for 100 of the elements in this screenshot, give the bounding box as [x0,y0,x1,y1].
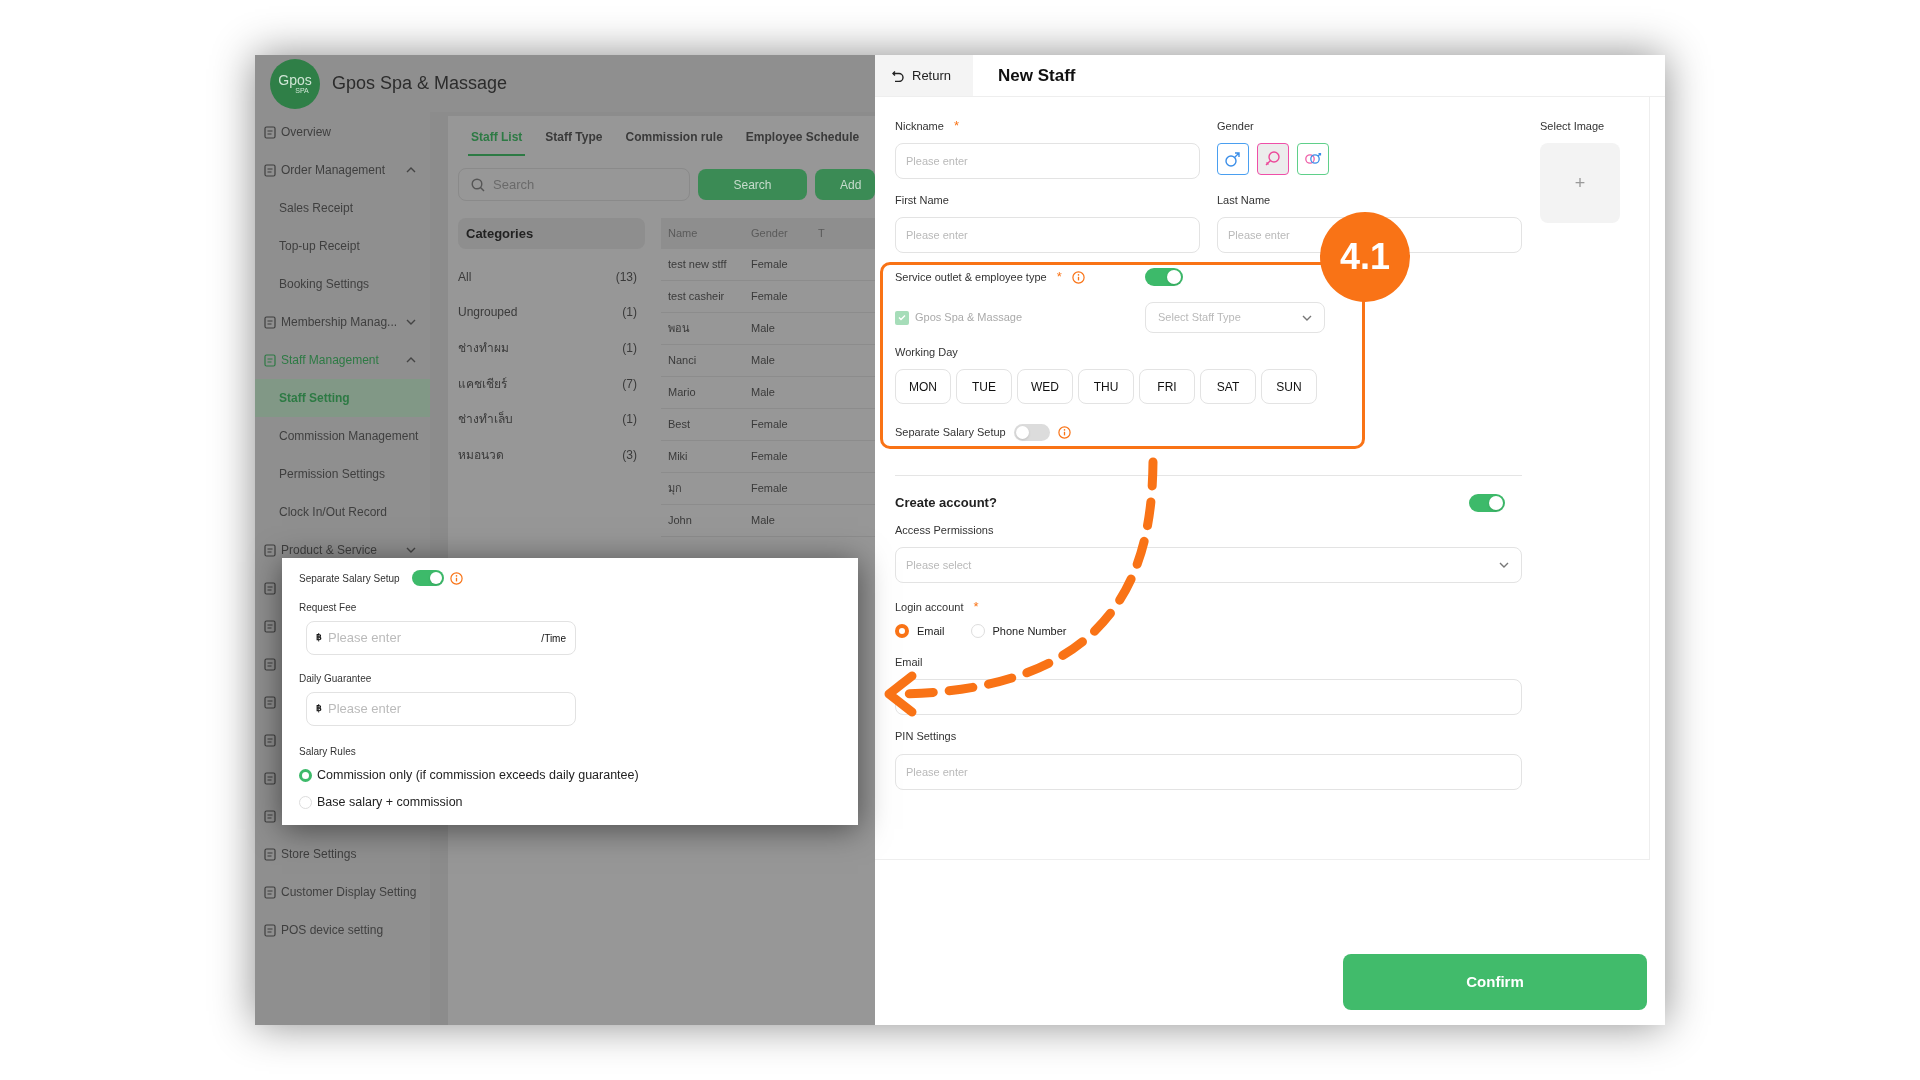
category-name[interactable]: ช่างทำเล็บ [458,410,513,429]
category-name[interactable]: แคชเชียร์ [458,374,507,393]
currency-input-field[interactable]: ฿ Please enter /Time [306,621,576,655]
table-cell-text: Mario [667,385,697,401]
section-title: Create account? [895,494,997,513]
document-icon [264,315,276,329]
checkbox-label: Gpos Spa & Massage [915,310,1022,326]
toggle-switch[interactable] [1145,268,1183,286]
radio-button[interactable] [299,768,312,782]
field-label: Email [895,654,923,670]
table-cell-text: test casheir [667,289,726,305]
category-name[interactable]: หมอนวด [458,445,504,464]
gender-option[interactable] [1297,143,1329,175]
step-badge: 4.1 [1320,212,1410,302]
table-cell-text: Female [751,257,789,273]
field-label: Gender [1217,118,1254,134]
toggle-switch[interactable] [1469,494,1505,512]
sidebar-item[interactable]: Permission Settings [255,455,430,493]
tab[interactable]: Commission rule [622,128,726,156]
search-button[interactable]: Search [698,169,807,200]
table-cell-text: Miki [667,449,689,465]
day-button[interactable]: FRI [1139,369,1195,404]
sidebar-item[interactable]: Staff Setting [255,379,430,417]
undo-icon [892,69,904,82]
table-cell-text: John [667,513,693,529]
dropdown[interactable]: Select Staff Type [1145,302,1325,333]
tab[interactable]: Staff List [468,128,526,156]
document-icon [264,543,276,557]
female-symbol-icon [1264,150,1282,168]
required-mark: * [973,598,979,617]
app-title: Gpos Spa & Massage [332,72,508,95]
radio-label[interactable]: Phone Number [992,622,1067,640]
page-title: New Staff [998,64,1076,87]
table-cell-text: Male [751,353,776,369]
sidebar-item[interactable]: POS device setting [255,911,430,949]
input-field[interactable] [895,679,1522,715]
field-label: Salary Rules [299,745,357,758]
category-name[interactable]: ช่างทำผม [458,339,509,357]
radio-label[interactable]: Base salary + commission [317,792,463,812]
sidebar-item[interactable]: Membership Manag... [255,303,430,341]
sidebar-item[interactable]: Overview [255,113,430,151]
confirm-button[interactable]: Confirm [1343,954,1647,1010]
tab[interactable]: Employee Schedule [742,128,863,156]
table-cell-text: Best [667,417,691,433]
input-field[interactable]: Please enter [895,143,1200,179]
day-button[interactable]: TUE [956,369,1012,404]
gender-option[interactable] [1257,143,1289,175]
category-name[interactable]: Ungrouped [458,303,518,322]
return-button[interactable]: Return [875,55,973,96]
input-field[interactable]: Please enter [895,217,1200,253]
currency-input-field[interactable]: ฿ Please enter [306,692,576,726]
table-cell-text: Female [751,449,789,465]
field-label: Nickname [895,118,944,134]
document-icon [264,847,276,861]
add-button[interactable]: Add [815,169,875,200]
info-icon [1057,425,1071,439]
male-symbol-icon [1224,150,1242,168]
field-label: Request Fee [299,601,358,614]
sidebar-item[interactable]: Customer Display Setting [255,873,430,911]
sidebar-item[interactable]: Clock In/Out Record [255,493,430,531]
toggle-switch[interactable] [411,570,444,586]
info-icon [449,571,463,585]
field-label: Working Day [895,344,958,360]
radio-label[interactable]: Email [917,622,945,640]
check-icon [898,314,906,321]
table-cell-text: Male [751,321,776,337]
radio-label[interactable]: Commission only (if commission exceeds daily guarantee) [317,765,639,785]
radio-button[interactable] [895,624,909,638]
field-label: Select Image [1540,118,1605,134]
table-cell-text: test new stff [667,257,728,273]
sidebar-item[interactable]: Top-up Receipt [255,227,430,265]
document-icon [264,619,276,633]
day-button[interactable]: THU [1078,369,1134,404]
day-button[interactable]: SAT [1200,369,1256,404]
sidebar-item[interactable]: Booking Settings [255,265,430,303]
sidebar-item[interactable]: Store Settings [255,835,430,873]
document-icon [264,657,276,671]
table-cell-text: พอน [667,321,691,337]
tab[interactable]: Staff Type [542,128,606,156]
document-icon [264,581,276,595]
day-button[interactable]: SUN [1261,369,1317,404]
logo-text: Gpos [278,73,312,87]
toggle-switch[interactable] [1013,423,1050,441]
sidebar-item[interactable]: Order Management [255,151,430,189]
gender-option[interactable] [1217,143,1249,175]
document-icon [264,163,276,177]
sidebar-item[interactable]: Commission Management [255,417,430,455]
day-button[interactable]: MON [895,369,951,404]
add-image-button[interactable]: + [1540,143,1620,223]
dropdown[interactable]: Please select [895,547,1522,583]
day-button[interactable]: WED [1017,369,1073,404]
info-icon [1071,270,1085,284]
sidebar-item[interactable]: Product & Service [255,531,430,569]
checkbox[interactable] [895,310,909,325]
input-field[interactable]: Please enter [895,754,1522,790]
category-name[interactable]: All [458,267,472,286]
category-count: (13) [615,268,637,286]
sidebar-item[interactable]: Sales Receipt [255,189,430,227]
field-label: Access Permissions [895,522,994,538]
required-mark: * [1056,268,1062,287]
